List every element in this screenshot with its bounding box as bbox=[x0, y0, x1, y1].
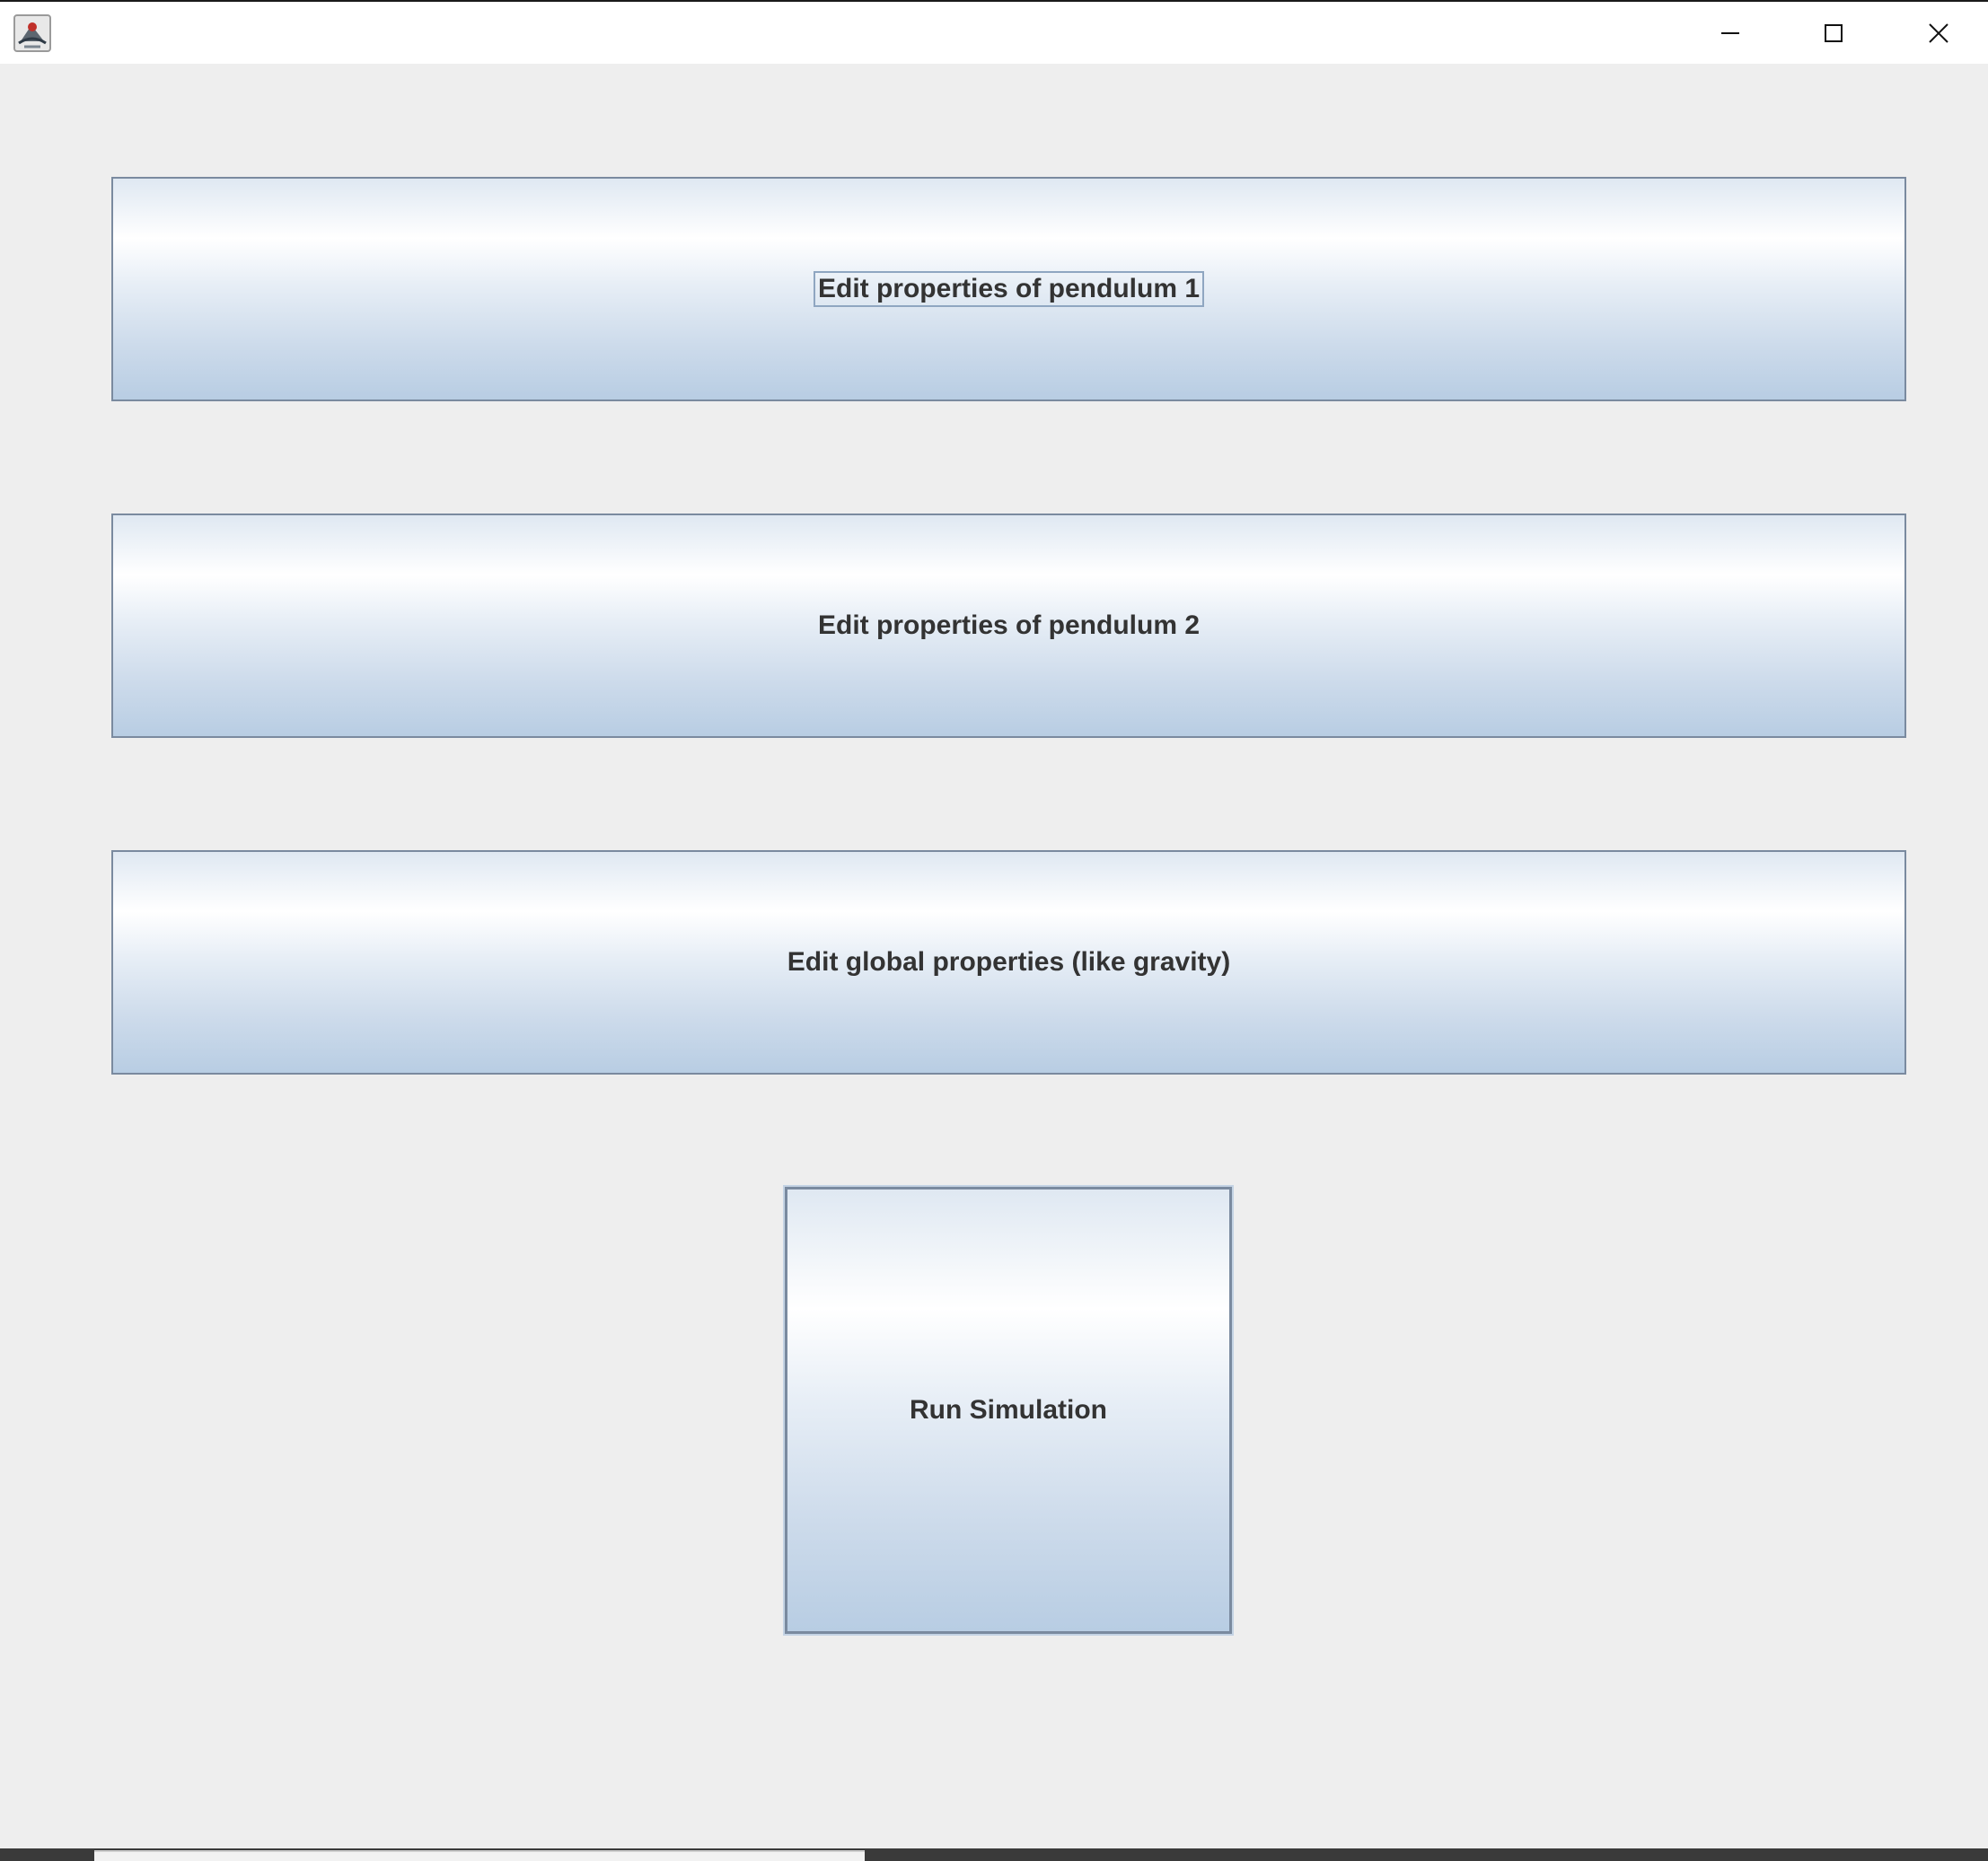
edit-global-properties-label: Edit global properties (like gravity) bbox=[787, 947, 1231, 977]
close-button[interactable] bbox=[1889, 2, 1988, 64]
taskbar-item[interactable] bbox=[94, 1850, 865, 1861]
app-window: Edit properties of pendulum 1 Edit prope… bbox=[0, 0, 1988, 1861]
close-icon bbox=[1928, 22, 1949, 44]
run-simulation-button[interactable]: Run Simulation bbox=[785, 1187, 1232, 1634]
edit-pendulum-2-label: Edit properties of pendulum 2 bbox=[817, 610, 1201, 640]
maximize-button[interactable] bbox=[1784, 2, 1883, 64]
edit-global-properties-button[interactable]: Edit global properties (like gravity) bbox=[111, 850, 1906, 1075]
edit-pendulum-2-button[interactable]: Edit properties of pendulum 2 bbox=[111, 514, 1906, 738]
run-simulation-label: Run Simulation bbox=[910, 1395, 1107, 1425]
edit-pendulum-1-button[interactable]: Edit properties of pendulum 1 bbox=[111, 177, 1906, 401]
minimize-icon bbox=[1720, 22, 1741, 44]
title-bar[interactable] bbox=[0, 0, 1988, 64]
minimize-button[interactable] bbox=[1681, 2, 1780, 64]
java-app-icon[interactable] bbox=[13, 14, 51, 52]
edit-pendulum-1-label: Edit properties of pendulum 1 bbox=[813, 271, 1205, 307]
maximize-icon bbox=[1823, 22, 1844, 44]
